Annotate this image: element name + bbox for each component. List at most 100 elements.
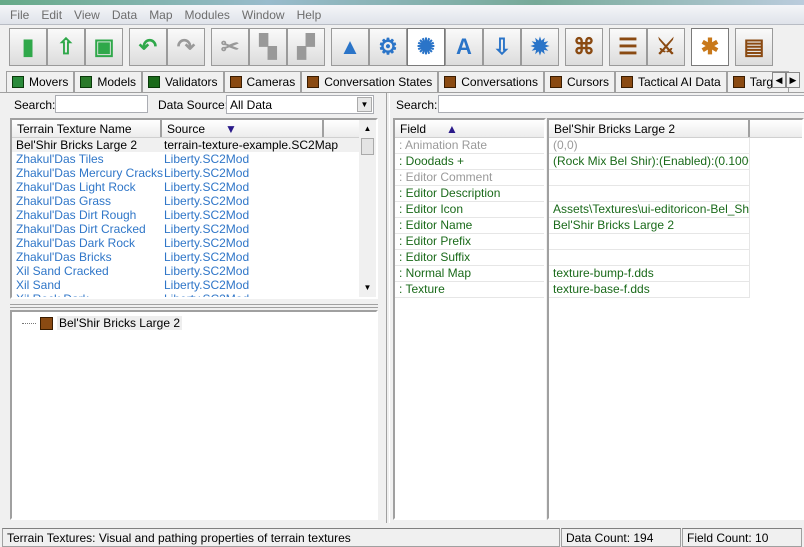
column-header-name[interactable]: Terrain Texture Name (12, 120, 162, 137)
table-row[interactable]: Zhakul'Das Bricks Liberty.SC2Mod (12, 250, 376, 264)
tab-tactical-ai-data[interactable]: Tactical AI Data (615, 71, 727, 92)
texture-source: Liberty.SC2Mod (164, 278, 250, 292)
field-name[interactable]: : Editor Icon (395, 202, 544, 218)
new-button[interactable]: ▮ (9, 28, 47, 66)
undo-button[interactable]: ↶ (129, 28, 167, 66)
table-row[interactable]: Zhakul'Das Tiles Liberty.SC2Mod (12, 152, 376, 166)
column-label: Source (167, 121, 206, 136)
table-row[interactable]: Zhakul'Das Dirt Cracked Liberty.SC2Mod (12, 222, 376, 236)
field-name[interactable]: : Animation Rate (395, 138, 544, 154)
texture-source: Liberty.SC2Mod (164, 180, 250, 194)
field-name[interactable]: : Editor Prefix (395, 234, 544, 250)
menu-data[interactable]: Data (106, 8, 143, 22)
data-type-tabs: Movers Models Validators Cameras Conversatio… (6, 70, 804, 92)
tab-cameras[interactable]: Cameras (223, 71, 302, 92)
divider (0, 92, 804, 93)
validator-icon (148, 76, 161, 88)
status-description: Terrain Textures: Visual and pathing pro… (2, 528, 560, 547)
splitter[interactable] (10, 304, 378, 308)
field-value[interactable]: (Rock Mix Bel Shir):(Enabled):(0.1000):(… (549, 154, 749, 170)
table-row[interactable]: Zhakul'Das Grass Liberty.SC2Mod (12, 194, 376, 208)
scroll-up-icon[interactable]: ▲ (359, 120, 376, 138)
field-name[interactable]: : Editor Description (395, 186, 544, 202)
menu-window[interactable]: Window (236, 8, 291, 22)
field-name[interactable]: : Texture (395, 282, 544, 298)
table-row[interactable]: Zhakul'Das Mercury Cracks Liberty.SC2Mod (12, 166, 376, 180)
data-button[interactable]: ✺ (407, 28, 445, 66)
terrain-button[interactable]: ▲ (331, 28, 369, 66)
open-button[interactable]: ⇧ (47, 28, 85, 66)
extra-button[interactable]: ▤ (735, 28, 773, 66)
triggers-button[interactable]: ⚙ (369, 28, 407, 66)
tab-models[interactable]: Models (74, 71, 143, 92)
column-header-object[interactable]: Bel'Shir Bricks Large 2 (549, 120, 750, 137)
tab-label: Movers (29, 75, 69, 89)
field-value[interactable]: Assets\Textures\ui-editoricon-Bel_Shir_B (549, 202, 749, 218)
copy-button[interactable]: ▚ (249, 28, 287, 66)
left-search-input[interactable] (55, 95, 148, 113)
tab-movers[interactable]: Movers (6, 71, 75, 92)
field-value[interactable]: (0,0) (549, 138, 749, 154)
menu-edit[interactable]: Edit (35, 8, 68, 22)
table-row[interactable]: Xil Rock Dark Liberty.SC2Mod (12, 292, 376, 299)
table-row[interactable]: Xil Sand Liberty.SC2Mod (12, 278, 376, 292)
right-search-input[interactable] (438, 95, 804, 113)
save-button[interactable]: ▣ (85, 28, 123, 66)
tab-conversations[interactable]: Conversations (438, 71, 544, 92)
list-button[interactable]: ☰ (609, 28, 647, 66)
tab-conversation-states[interactable]: Conversation States (301, 71, 439, 92)
tab-label: Cursors (566, 75, 609, 89)
field-value[interactable] (549, 250, 749, 266)
field-name[interactable]: : Editor Suffix (395, 250, 544, 266)
cutscene-button[interactable]: ✹ (521, 28, 559, 66)
cut-button[interactable]: ✂ (211, 28, 249, 66)
table-row[interactable]: Zhakul'Das Light Rock Liberty.SC2Mod (12, 180, 376, 194)
list-scrollbar[interactable]: ▲ ▼ (359, 120, 376, 297)
field-name[interactable]: : Doodads + (395, 154, 544, 170)
chevron-down-icon[interactable]: ▼ (357, 97, 372, 112)
sort-desc-icon: ▼ (225, 121, 237, 136)
terrain-texture-list: Terrain Texture Name Source ▼ Bel'Shir Br… (10, 118, 378, 299)
field-value[interactable]: texture-base-f.dds (549, 282, 749, 298)
field-value[interactable] (549, 186, 749, 202)
tab-scroll-left[interactable]: ◀ (772, 72, 786, 88)
vertical-splitter[interactable] (386, 93, 390, 523)
table-row[interactable]: Zhakul'Das Dark Rock Liberty.SC2Mod (12, 236, 376, 250)
tab-validators[interactable]: Validators (142, 71, 224, 92)
table-row[interactable]: Bel'Shir Bricks Large 2 terrain-texture-e… (12, 138, 376, 152)
list-icon: ☰ (618, 34, 638, 59)
import-icon: ⇩ (492, 34, 512, 59)
field-value[interactable] (549, 234, 749, 250)
menu-map[interactable]: Map (143, 8, 178, 22)
data-source-select[interactable]: All Data ▼ (226, 95, 374, 114)
redo-button[interactable]: ↷ (167, 28, 205, 66)
menu-view[interactable]: View (68, 8, 106, 22)
field-value[interactable]: texture-bump-f.dds (549, 266, 749, 282)
menu-modules[interactable]: Modules (179, 8, 236, 22)
scroll-down-icon[interactable]: ▼ (359, 283, 376, 297)
ai-button[interactable]: ⌘ (565, 28, 603, 66)
text-icon: A (456, 34, 472, 59)
table-row[interactable]: Xil Sand Cracked Liberty.SC2Mod (12, 264, 376, 278)
table-row[interactable]: Zhakul'Das Dirt Rough Liberty.SC2Mod (12, 208, 376, 222)
menu-help[interactable]: Help (291, 8, 328, 22)
field-name[interactable]: : Editor Name (395, 218, 544, 234)
menu-bar: File Edit View Data Map Modules Window Help (0, 5, 804, 25)
texture-source: Liberty.SC2Mod (164, 292, 250, 299)
import-button[interactable]: ⇩ (483, 28, 521, 66)
field-value[interactable] (549, 170, 749, 186)
field-value[interactable]: Bel'Shir Bricks Large 2 (549, 218, 749, 234)
text-button[interactable]: A (445, 28, 483, 66)
unit-button[interactable]: ⚔ (647, 28, 685, 66)
paste-button[interactable]: ▞ (287, 28, 325, 66)
doodad-button[interactable]: ✱ (691, 28, 729, 66)
menu-file[interactable]: File (4, 8, 35, 22)
scroll-thumb[interactable] (361, 138, 374, 155)
tree-item[interactable]: Bel'Shir Bricks Large 2 (57, 316, 183, 330)
tab-scroll-right[interactable]: ▶ (786, 72, 800, 88)
field-name[interactable]: : Editor Comment (395, 170, 544, 186)
field-name[interactable]: : Normal Map (395, 266, 544, 282)
tab-cursors[interactable]: Cursors (543, 71, 615, 92)
column-header-field[interactable]: Field ▲ (395, 120, 544, 137)
column-header-source[interactable]: Source ▼ (162, 120, 324, 137)
